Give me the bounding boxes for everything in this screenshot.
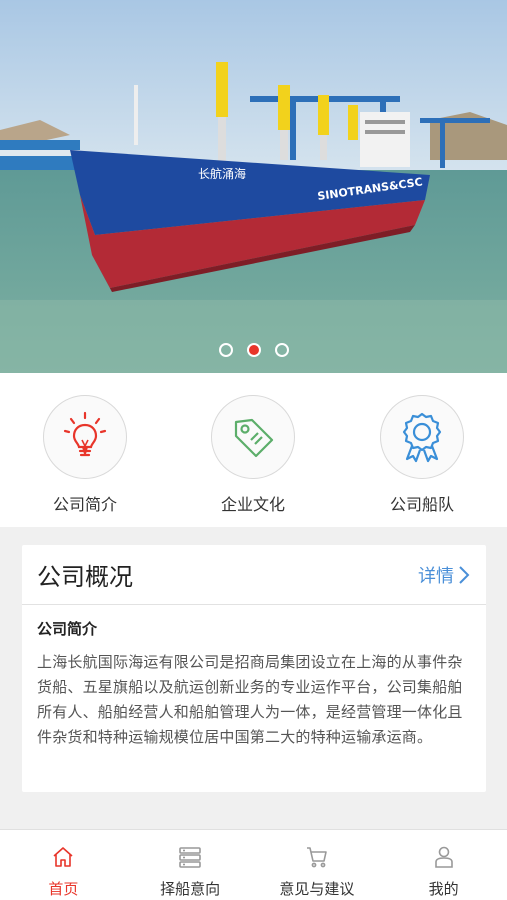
- quicknav-corporate-culture[interactable]: 企业文化: [193, 395, 313, 515]
- carousel-indicator: [0, 343, 507, 357]
- lightbulb-icon: [63, 411, 107, 457]
- quicknav-label: 企业文化: [220, 495, 285, 514]
- quicknav-label: 公司简介: [52, 495, 117, 514]
- carousel-dot-1[interactable]: [218, 343, 233, 357]
- tab-mine[interactable]: 我的: [380, 830, 507, 900]
- section-subtitle: 公司简介: [37, 620, 98, 638]
- tab-feedback[interactable]: 意见与建议: [254, 830, 381, 900]
- company-description: 上海长航国际海运有限公司是招商局集团设立在上海的从事件杂货船、五星旗船以及航运创…: [37, 653, 463, 746]
- quicknav-icon-circle: [43, 395, 127, 479]
- carousel-dot-3[interactable]: [274, 343, 289, 357]
- user-icon: [434, 846, 453, 868]
- cart-icon: [306, 847, 327, 868]
- card-title: 公司概况: [37, 563, 133, 591]
- tab-label: 意见与建议: [279, 880, 355, 898]
- quicknav-icon-circle: [211, 395, 295, 479]
- details-link-label: 详情: [418, 565, 454, 587]
- ship-name-text: 长航涌海: [198, 166, 246, 181]
- quicknav-label: 公司船队: [389, 495, 454, 514]
- list-icon: [179, 847, 201, 868]
- tab-ship-intent[interactable]: 择船意向: [127, 830, 254, 900]
- home-icon: [53, 847, 73, 867]
- quick-nav: 公司简介 企业文化 公司船队: [0, 373, 507, 527]
- hero-banner[interactable]: 长航涌海 SINOTRANS&CSC: [0, 0, 507, 373]
- award-ribbon-icon: [402, 412, 442, 463]
- tag-icon: [234, 418, 274, 458]
- tab-label: 首页: [48, 880, 79, 898]
- card-body: 公司简介 上海长航国际海运有限公司是招商局集团设立在上海的从事件杂货船、五星旗船…: [22, 605, 486, 750]
- tab-label: 我的: [428, 880, 459, 898]
- details-link[interactable]: 详情: [418, 562, 470, 588]
- chevron-right-icon: [459, 565, 470, 584]
- card-header: 公司概况 详情: [22, 545, 486, 605]
- ship-photo: 长航涌海 SINOTRANS&CSC: [0, 0, 507, 373]
- tab-label: 择船意向: [160, 880, 221, 898]
- bottom-tab-bar: 首页 择船意向 意见与建议 我的: [0, 829, 507, 900]
- tab-home[interactable]: 首页: [0, 830, 127, 900]
- quicknav-company-fleet[interactable]: 公司船队: [362, 395, 482, 515]
- carousel-dot-2[interactable]: [246, 343, 261, 357]
- company-overview-card: 公司概况 详情 公司简介 上海长航国际海运有限公司是招商局集团设立在上海的从事件…: [22, 545, 486, 792]
- quicknav-company-intro[interactable]: 公司简介: [25, 395, 145, 515]
- quicknav-icon-circle: [380, 395, 464, 479]
